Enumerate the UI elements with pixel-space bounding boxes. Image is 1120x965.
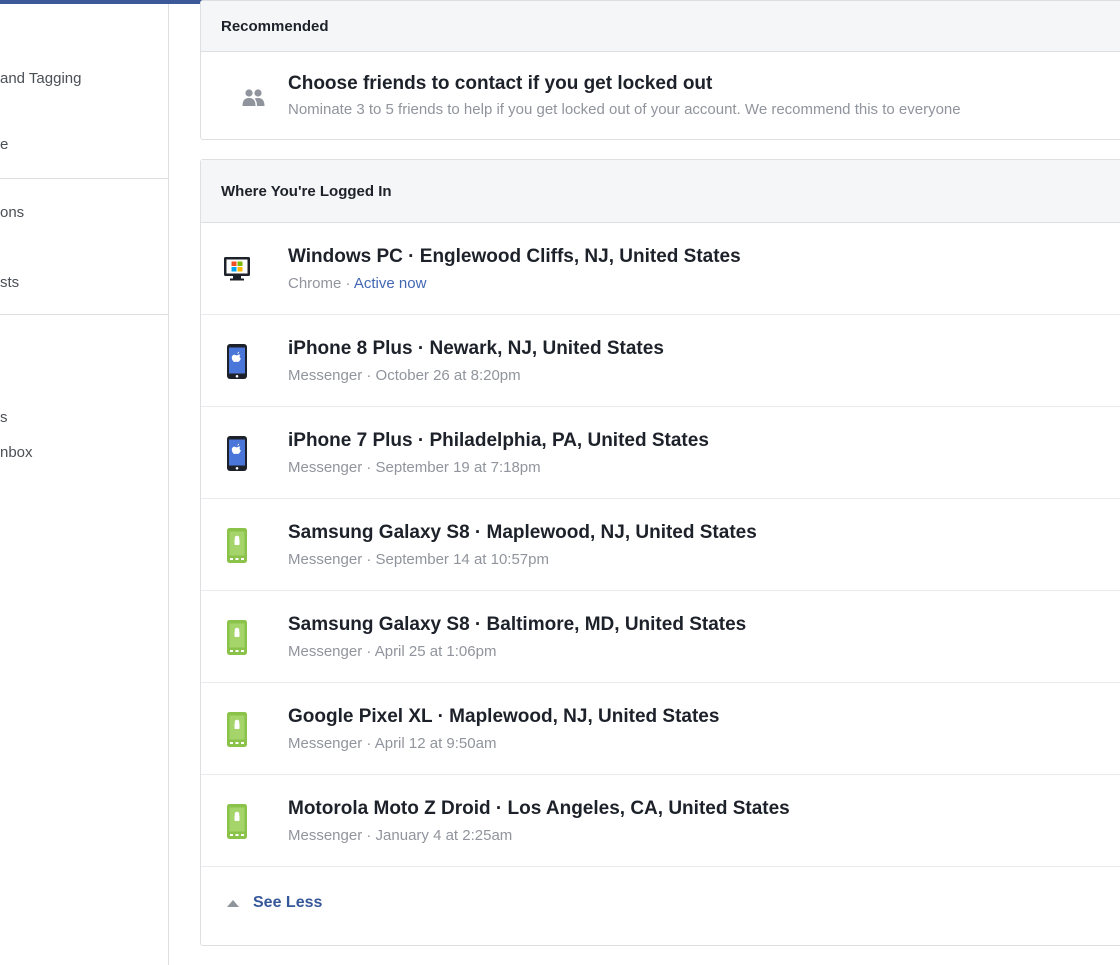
session-details: Messenger · October 26 at 8:20pm — [288, 367, 521, 384]
recommended-card: Recommended Choose friends to contact if… — [200, 0, 1120, 140]
session-title: Windows PC · Englewood Cliffs, NJ, Unite… — [288, 246, 741, 267]
sessions-card: Where You're Logged In Windows PC · Engl… — [200, 159, 1120, 946]
session-time: October 26 at 8:20pm — [375, 367, 521, 384]
session-details: Chrome · Active now — [288, 275, 426, 292]
session-app: Messenger — [288, 827, 363, 844]
session-time: September 14 at 10:57pm — [375, 551, 549, 568]
sessions-header: Where You're Logged In — [201, 160, 1120, 223]
session-details: Messenger · September 19 at 7:18pm — [288, 459, 541, 476]
triangle-up-icon — [227, 899, 239, 907]
session-title: iPhone 8 Plus · Newark, NJ, United State… — [288, 338, 664, 359]
session-title: Google Pixel XL · Maplewood, NJ, United … — [288, 706, 720, 727]
session-details: Messenger · April 12 at 9:50am — [288, 735, 496, 752]
sidebar-item-timeline-tagging[interactable]: and Tagging — [0, 70, 81, 87]
session-separator: · — [341, 275, 354, 292]
recommended-description: Nominate 3 to 5 friends to help if you g… — [288, 101, 961, 118]
session-separator: · — [362, 551, 376, 568]
see-less-label: See Less — [253, 894, 323, 911]
session-row[interactable]: iPhone 8 Plus · Newark, NJ, United State… — [201, 315, 1120, 407]
session-details: Messenger · January 4 at 2:25am — [288, 827, 512, 844]
session-row[interactable]: Windows PC · Englewood Cliffs, NJ, Unite… — [201, 223, 1120, 315]
session-row[interactable]: Samsung Galaxy S8 · Maplewood, NJ, Unite… — [201, 499, 1120, 591]
desktop-windows-icon — [221, 249, 253, 289]
android-phone-icon — [221, 617, 253, 657]
session-app: Messenger — [288, 551, 363, 568]
sidebar-item-2[interactable]: e — [0, 136, 8, 153]
android-phone-icon — [221, 525, 253, 565]
session-app: Messenger — [288, 735, 363, 752]
recommended-item[interactable]: Choose friends to contact if you get loc… — [201, 52, 1120, 140]
session-title: iPhone 7 Plus · Philadelphia, PA, United… — [288, 430, 709, 451]
people-icon — [241, 88, 267, 108]
sidebar-divider — [0, 178, 168, 179]
iphone-icon — [221, 341, 253, 381]
session-time: September 19 at 7:18pm — [375, 459, 541, 476]
session-title: Samsung Galaxy S8 · Maplewood, NJ, Unite… — [288, 522, 757, 543]
see-less-button[interactable]: See Less — [201, 867, 1120, 939]
session-app: Messenger — [288, 643, 363, 660]
sidebar-item-5[interactable]: s — [0, 409, 8, 426]
session-app: Chrome — [288, 275, 342, 292]
session-time: April 25 at 1:06pm — [374, 643, 497, 660]
session-app: Messenger — [288, 367, 363, 384]
session-details: Messenger · September 14 at 10:57pm — [288, 551, 549, 568]
session-time: April 12 at 9:50am — [374, 735, 497, 752]
iphone-icon — [221, 433, 253, 473]
settings-sidebar: and Tagging e ons sts s nbox — [0, 4, 169, 965]
recommended-title[interactable]: Choose friends to contact if you get loc… — [288, 73, 712, 95]
session-title: Samsung Galaxy S8 · Baltimore, MD, Unite… — [288, 614, 747, 635]
session-separator: · — [362, 367, 376, 384]
android-phone-icon — [221, 801, 253, 841]
session-separator: · — [362, 827, 376, 844]
session-separator: · — [362, 735, 375, 752]
sidebar-item-6[interactable]: nbox — [0, 444, 33, 461]
session-row[interactable]: Motorola Moto Z Droid · Los Angeles, CA,… — [201, 775, 1120, 867]
session-app: Messenger — [288, 459, 363, 476]
session-details: Messenger · April 25 at 1:06pm — [288, 643, 496, 660]
recommended-header: Recommended — [201, 1, 1120, 52]
android-phone-icon — [221, 709, 253, 749]
session-title: Motorola Moto Z Droid · Los Angeles, CA,… — [288, 798, 790, 819]
session-row[interactable]: Samsung Galaxy S8 · Baltimore, MD, Unite… — [201, 591, 1120, 683]
session-separator: · — [362, 643, 375, 660]
session-row[interactable]: Google Pixel XL · Maplewood, NJ, United … — [201, 683, 1120, 775]
sidebar-item-3[interactable]: ons — [0, 204, 24, 221]
sessions-list: Windows PC · Englewood Cliffs, NJ, Unite… — [201, 223, 1120, 867]
session-time: Active now — [353, 275, 427, 292]
sidebar-item-4[interactable]: sts — [0, 274, 19, 291]
session-time: January 4 at 2:25am — [375, 827, 513, 844]
session-row[interactable]: iPhone 7 Plus · Philadelphia, PA, United… — [201, 407, 1120, 499]
session-separator: · — [362, 459, 376, 476]
sidebar-divider — [0, 314, 168, 315]
